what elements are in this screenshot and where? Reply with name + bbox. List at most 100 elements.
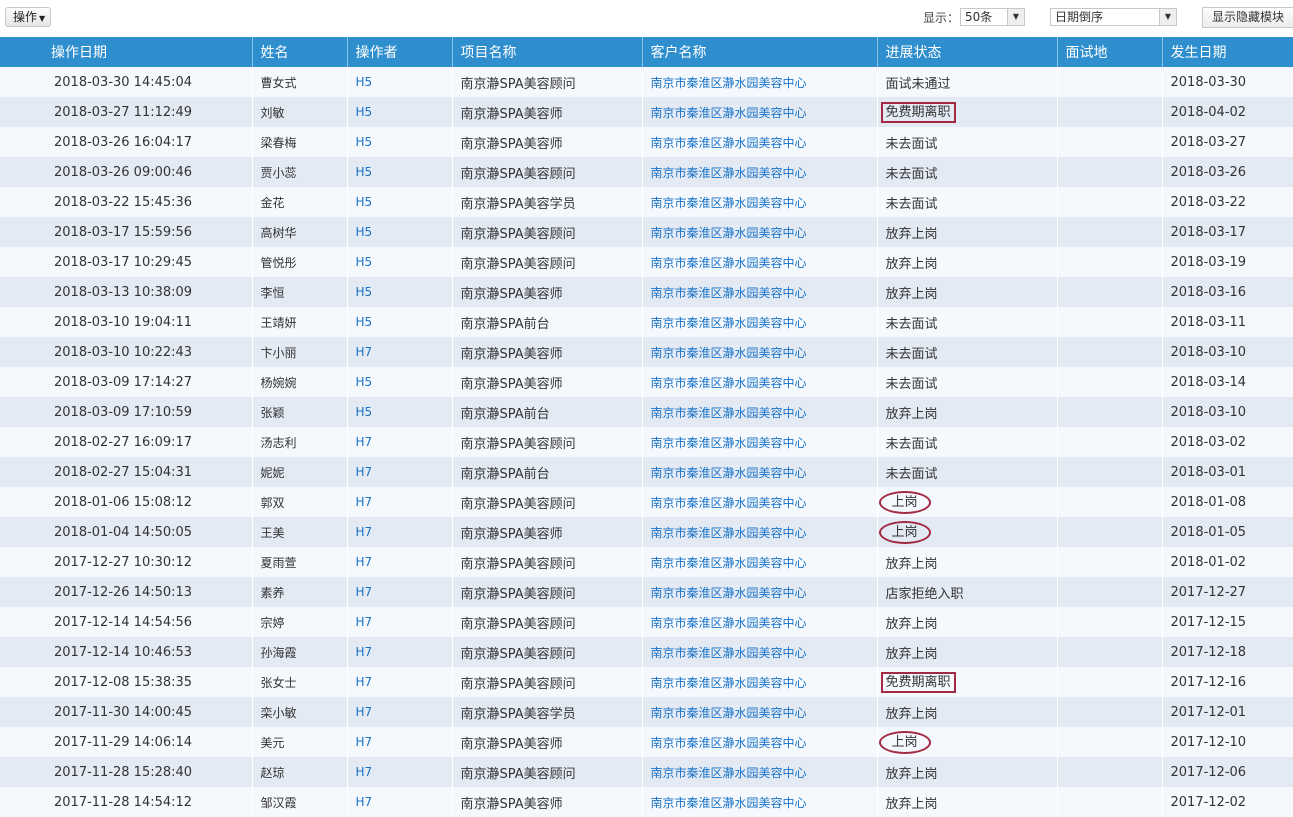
operator-cell-text[interactable]: H5 bbox=[356, 195, 373, 209]
table-row[interactable]: 2018-01-04 14:50:05 王美 H7 南京瀞SPA美容师 南京市秦淮区瀞水… bbox=[0, 517, 1293, 547]
name-cell-text: 李恒 bbox=[260, 285, 285, 300]
operation-date-cell-text: 2017-12-14 14:54:56 bbox=[54, 614, 193, 630]
table-row[interactable]: 2017-12-08 15:38:35 张女士 H7 南京瀞SPA美容顾问 南京市秦淮区… bbox=[0, 667, 1293, 697]
toggle-hidden-modules-button[interactable]: 显示隐藏模块 bbox=[1202, 7, 1293, 28]
operation-date-cell-text: 2018-03-17 10:29:45 bbox=[54, 254, 193, 270]
table-row[interactable]: 2017-12-14 14:54:56 宗婷 H7 南京瀞SPA美容顾问 南京市秦淮区瀞… bbox=[0, 607, 1293, 637]
table-row[interactable]: 2018-01-06 15:08:12 郭双 H7 南京瀞SPA美容顾问 南京市秦淮区瀞… bbox=[0, 487, 1293, 517]
operator-cell-text[interactable]: H7 bbox=[356, 615, 373, 629]
operator-cell-text[interactable]: H5 bbox=[356, 285, 373, 299]
interview-location-cell bbox=[1057, 697, 1163, 727]
table-row[interactable]: 2017-11-30 14:00:45 栾小敏 H7 南京瀞SPA美容学员 南京市秦淮区… bbox=[0, 697, 1293, 727]
client-cell-text[interactable]: 南京市秦淮区瀞水园美容中心 bbox=[651, 166, 807, 180]
operation-date-cell-text: 2018-02-27 15:04:31 bbox=[54, 464, 193, 480]
table-row[interactable]: 2018-03-17 10:29:45 管悦彤 H5 南京瀞SPA美容顾问 南京市秦淮区… bbox=[0, 247, 1293, 277]
operator-cell-text[interactable]: H5 bbox=[356, 165, 373, 179]
occur-date-cell-text: 2018-03-14 bbox=[1170, 374, 1247, 390]
client-cell-text[interactable]: 南京市秦淮区瀞水园美容中心 bbox=[651, 586, 807, 600]
client-cell-text[interactable]: 南京市秦淮区瀞水园美容中心 bbox=[651, 286, 807, 300]
operator-cell-text[interactable]: H5 bbox=[356, 405, 373, 419]
occur-date-cell: 2017-12-18 bbox=[1162, 637, 1293, 667]
client-cell-text[interactable]: 南京市秦淮区瀞水园美容中心 bbox=[651, 346, 807, 360]
operator-cell-text[interactable]: H5 bbox=[356, 375, 373, 389]
page-size-value: 50条 bbox=[965, 10, 993, 24]
client-cell-text[interactable]: 南京市秦淮区瀞水园美容中心 bbox=[651, 706, 807, 720]
client-cell-text[interactable]: 南京市秦淮区瀞水园美容中心 bbox=[651, 256, 807, 270]
table-row[interactable]: 2018-03-10 10:22:43 卞小丽 H7 南京瀞SPA美容师 南京市秦淮区瀞… bbox=[0, 337, 1293, 367]
table-row[interactable]: 2018-03-09 17:14:27 杨婉婉 H5 南京瀞SPA美容师 南京市秦淮区瀞… bbox=[0, 367, 1293, 397]
column-header[interactable]: 操作日期 bbox=[0, 37, 253, 67]
name-cell: 金花 bbox=[252, 187, 348, 217]
column-header[interactable]: 发生日期 bbox=[1162, 37, 1293, 67]
client-cell-text[interactable]: 南京市秦淮区瀞水园美容中心 bbox=[651, 376, 807, 390]
table-row[interactable]: 2017-11-28 15:28:40 赵琼 H7 南京瀞SPA美容顾问 南京市秦淮区瀞… bbox=[0, 757, 1293, 787]
operator-cell-text[interactable]: H7 bbox=[356, 435, 373, 449]
client-cell-text[interactable]: 南京市秦淮区瀞水园美容中心 bbox=[651, 406, 807, 420]
column-header[interactable]: 操作者 bbox=[347, 37, 453, 67]
client-cell-text[interactable]: 南京市秦淮区瀞水园美容中心 bbox=[651, 646, 807, 660]
sort-order-select[interactable]: 日期倒序 ▼ bbox=[1050, 8, 1177, 26]
table-row[interactable]: 2018-03-09 17:10:59 张颖 H5 南京瀞SPA前台 南京市秦淮区瀞水园… bbox=[0, 397, 1293, 427]
table-row[interactable]: 2018-02-27 15:04:31 妮妮 H7 南京瀞SPA前台 南京市秦淮区瀞水园… bbox=[0, 457, 1293, 487]
name-cell: 邹汉霞 bbox=[252, 787, 348, 817]
client-cell-text[interactable]: 南京市秦淮区瀞水园美容中心 bbox=[651, 526, 807, 540]
table-row[interactable]: 2018-02-27 16:09:17 汤志利 H7 南京瀞SPA美容顾问 南京市秦淮区… bbox=[0, 427, 1293, 457]
client-cell-text[interactable]: 南京市秦淮区瀞水园美容中心 bbox=[651, 796, 807, 810]
table-row[interactable]: 2018-03-30 14:45:04 曹女式 H5 南京瀞SPA美容顾问 南京市秦淮区… bbox=[0, 67, 1293, 97]
operator-cell-text[interactable]: H7 bbox=[356, 345, 373, 359]
operator-cell-text[interactable]: H7 bbox=[356, 645, 373, 659]
client-cell-text[interactable]: 南京市秦淮区瀞水园美容中心 bbox=[651, 106, 807, 120]
client-cell-text[interactable]: 南京市秦淮区瀞水园美容中心 bbox=[651, 436, 807, 450]
operator-cell-text[interactable]: H7 bbox=[356, 735, 373, 749]
table-row[interactable]: 2018-03-17 15:59:56 高树华 H5 南京瀞SPA美容顾问 南京市秦淮区… bbox=[0, 217, 1293, 247]
operator-cell-text[interactable]: H5 bbox=[356, 135, 373, 149]
column-header[interactable]: 面试地 bbox=[1057, 37, 1163, 67]
page-size-select[interactable]: 50条 ▼ bbox=[960, 8, 1025, 26]
client-cell-text[interactable]: 南京市秦淮区瀞水园美容中心 bbox=[651, 76, 807, 90]
column-header[interactable]: 进展状态 bbox=[877, 37, 1058, 67]
table-row[interactable]: 2018-03-10 19:04:11 王靖妍 H5 南京瀞SPA前台 南京市秦淮区瀞水… bbox=[0, 307, 1293, 337]
table-row[interactable]: 2017-12-27 10:30:12 夏雨萱 H7 南京瀞SPA美容顾问 南京市秦淮区… bbox=[0, 547, 1293, 577]
column-header[interactable]: 姓名 bbox=[252, 37, 348, 67]
table-row[interactable]: 2018-03-27 11:12:49 刘敏 H5 南京瀞SPA美容师 南京市秦淮区瀞水… bbox=[0, 97, 1293, 127]
operator-cell-text[interactable]: H7 bbox=[356, 765, 373, 779]
client-cell-text[interactable]: 南京市秦淮区瀞水园美容中心 bbox=[651, 136, 807, 150]
operator-cell-text[interactable]: H7 bbox=[356, 555, 373, 569]
client-cell-text[interactable]: 南京市秦淮区瀞水园美容中心 bbox=[651, 196, 807, 210]
operator-cell-text[interactable]: H7 bbox=[356, 585, 373, 599]
table-row[interactable]: 2018-03-22 15:45:36 金花 H5 南京瀞SPA美容学员 南京市秦淮区瀞… bbox=[0, 187, 1293, 217]
table-row[interactable]: 2017-12-14 10:46:53 孙海霞 H7 南京瀞SPA美容顾问 南京市秦淮区… bbox=[0, 637, 1293, 667]
operator-cell-text[interactable]: H7 bbox=[356, 705, 373, 719]
operator-cell-text[interactable]: H5 bbox=[356, 105, 373, 119]
operator-cell-text[interactable]: H5 bbox=[356, 315, 373, 329]
client-cell-text[interactable]: 南京市秦淮区瀞水园美容中心 bbox=[651, 496, 807, 510]
client-cell-text[interactable]: 南京市秦淮区瀞水园美容中心 bbox=[651, 676, 807, 690]
operator-cell-text[interactable]: H5 bbox=[356, 255, 373, 269]
operator-cell-text[interactable]: H7 bbox=[356, 675, 373, 689]
client-cell-text[interactable]: 南京市秦淮区瀞水园美容中心 bbox=[651, 466, 807, 480]
client-cell-text[interactable]: 南京市秦淮区瀞水园美容中心 bbox=[651, 316, 807, 330]
table-row[interactable]: 2017-12-26 14:50:13 素养 H7 南京瀞SPA美容顾问 南京市秦淮区瀞… bbox=[0, 577, 1293, 607]
table-row[interactable]: 2017-11-28 14:54:12 邹汉霞 H7 南京瀞SPA美容师 南京市秦淮区瀞… bbox=[0, 787, 1293, 817]
client-cell-text[interactable]: 南京市秦淮区瀞水园美容中心 bbox=[651, 226, 807, 240]
client-cell-text[interactable]: 南京市秦淮区瀞水园美容中心 bbox=[651, 736, 807, 750]
table-row[interactable]: 2017-11-29 14:06:14 美元 H7 南京瀞SPA美容师 南京市秦淮区瀞水… bbox=[0, 727, 1293, 757]
status-cell: 放弃上岗 bbox=[877, 247, 1058, 277]
operator-cell-text[interactable]: H5 bbox=[356, 225, 373, 239]
interview-location-cell bbox=[1057, 487, 1163, 517]
operator-cell-text[interactable]: H7 bbox=[356, 465, 373, 479]
operator-cell-text[interactable]: H7 bbox=[356, 525, 373, 539]
client-cell-text[interactable]: 南京市秦淮区瀞水园美容中心 bbox=[651, 616, 807, 630]
operation-menu-button[interactable]: 操作 ▼ bbox=[5, 7, 52, 27]
column-header[interactable]: 项目名称 bbox=[452, 37, 643, 67]
client-cell-text[interactable]: 南京市秦淮区瀞水园美容中心 bbox=[651, 556, 807, 570]
occur-date-cell-text: 2017-12-01 bbox=[1170, 704, 1247, 720]
table-row[interactable]: 2018-03-26 09:00:46 贾小蕊 H5 南京瀞SPA美容顾问 南京市秦淮区… bbox=[0, 157, 1293, 187]
column-header[interactable]: 客户名称 bbox=[642, 37, 878, 67]
table-row[interactable]: 2018-03-26 16:04:17 梁春梅 H5 南京瀞SPA美容师 南京市秦淮区瀞… bbox=[0, 127, 1293, 157]
operator-cell-text[interactable]: H5 bbox=[356, 75, 373, 89]
operator-cell-text[interactable]: H7 bbox=[356, 495, 373, 509]
table-row[interactable]: 2018-03-13 10:38:09 李恒 H5 南京瀞SPA美容师 南京市秦淮区瀞水… bbox=[0, 277, 1293, 307]
operator-cell-text[interactable]: H7 bbox=[356, 795, 373, 809]
client-cell-text[interactable]: 南京市秦淮区瀞水园美容中心 bbox=[651, 766, 807, 780]
